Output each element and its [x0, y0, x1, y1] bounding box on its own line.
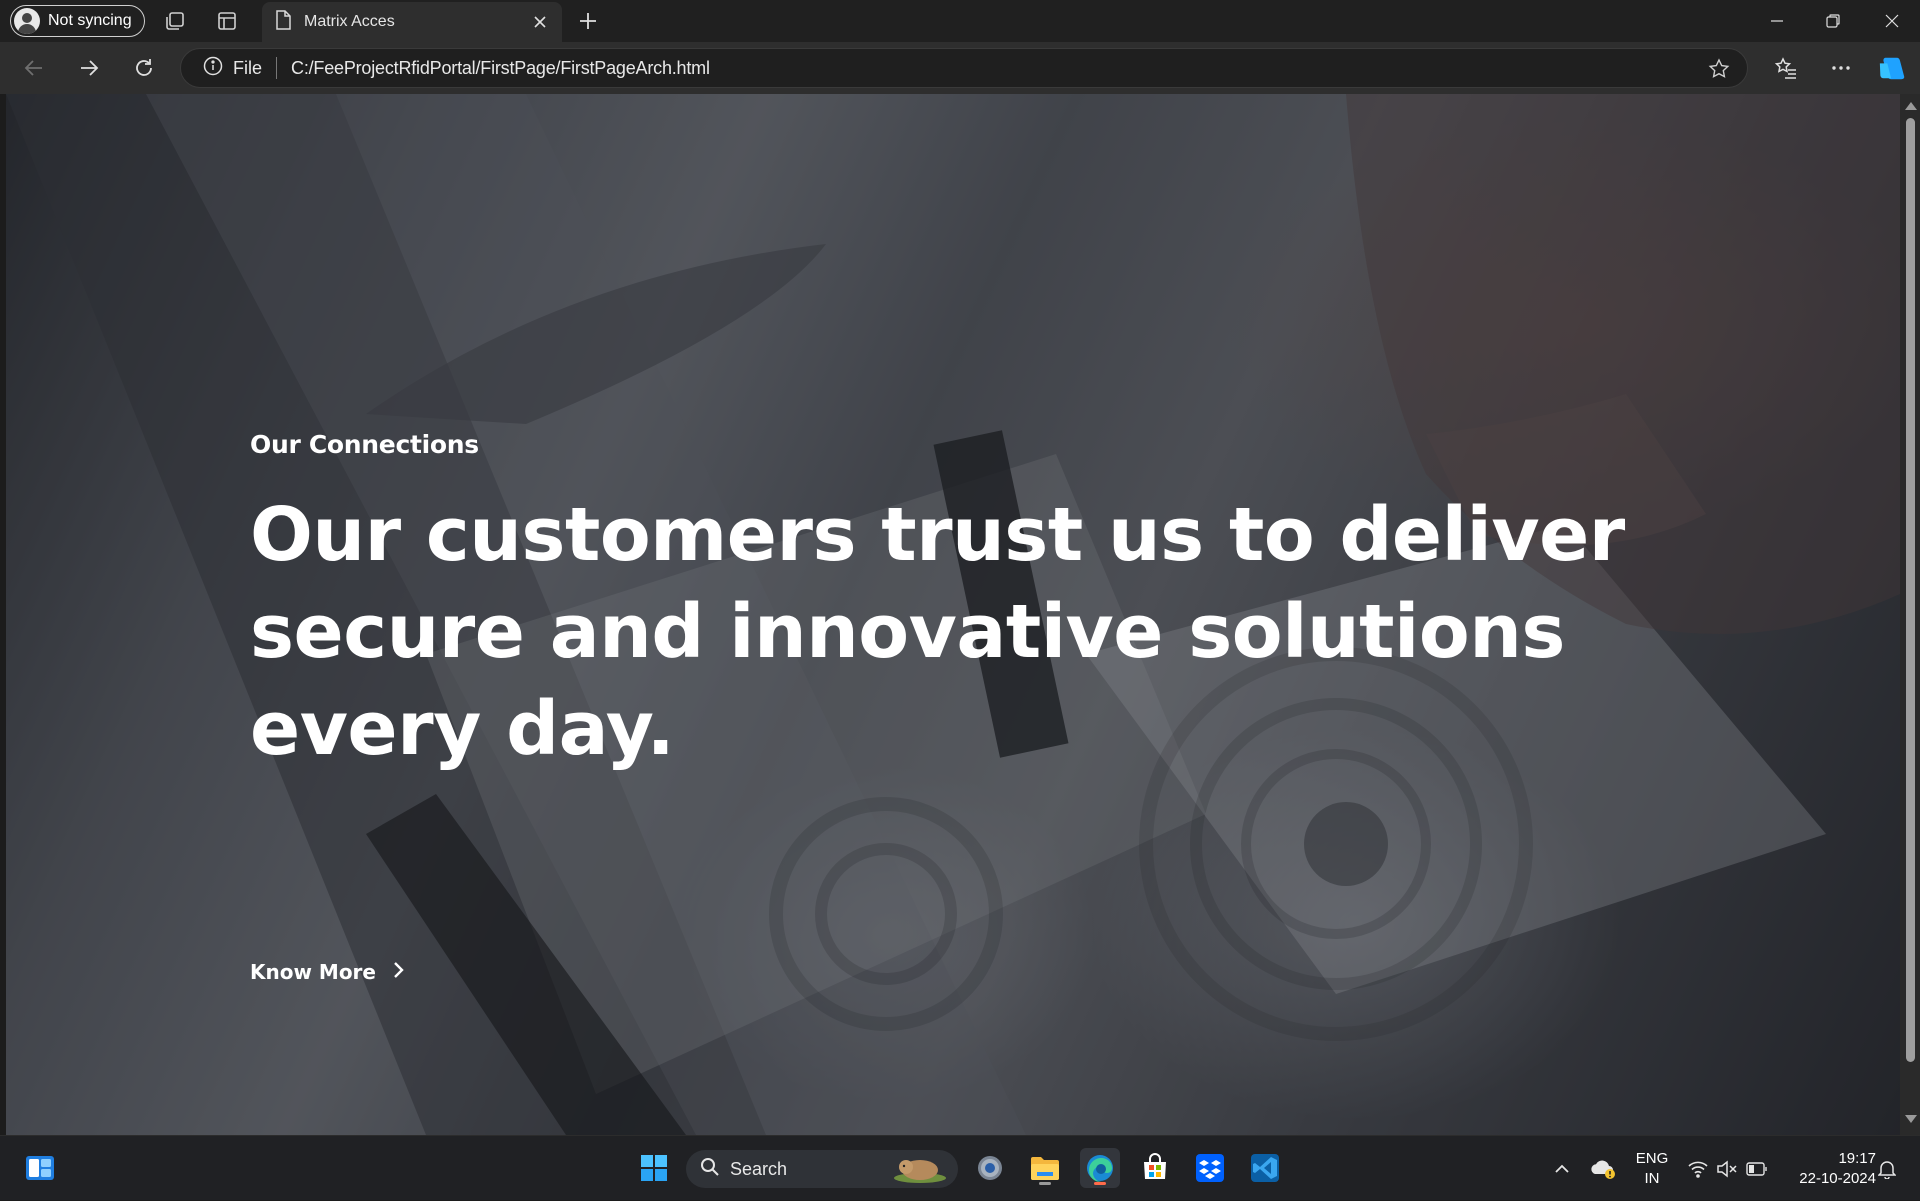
vscode-icon[interactable] — [1245, 1148, 1285, 1188]
page-viewport: Our Connections Our customers trust us t… — [6, 94, 1900, 1135]
hero-eyebrow: Our Connections — [250, 430, 479, 459]
scroll-down-arrow-icon[interactable] — [1905, 1115, 1917, 1123]
battery-icon[interactable] — [1744, 1136, 1770, 1201]
close-icon[interactable] — [530, 12, 550, 32]
language-line2: IN — [1644, 1169, 1660, 1187]
chevron-right-icon — [392, 960, 406, 984]
clock-time: 19:17 — [1838, 1149, 1876, 1167]
edge-icon[interactable] — [1080, 1148, 1120, 1188]
restore-icon[interactable] — [1805, 0, 1861, 42]
notification-bell-icon[interactable] — [1874, 1136, 1900, 1201]
search-icon — [700, 1157, 720, 1182]
onedrive-icon[interactable] — [1588, 1136, 1618, 1201]
refresh-icon[interactable] — [130, 54, 158, 82]
language-indicator[interactable]: ENG IN — [1630, 1136, 1674, 1201]
know-more-link[interactable]: Know More — [250, 960, 406, 984]
forward-arrow-icon[interactable] — [75, 54, 103, 82]
tab-title: Matrix Acces — [304, 13, 395, 30]
chevron-up-icon[interactable] — [1550, 1136, 1574, 1201]
copilot-icon[interactable] — [1878, 54, 1906, 82]
file-explorer-running-indicator — [1039, 1182, 1051, 1185]
wifi-icon[interactable] — [1686, 1136, 1710, 1201]
favorites-icon[interactable] — [1772, 54, 1800, 82]
address-url[interactable]: C:/FeeProjectRfidPortal/FirstPage/FirstP… — [291, 58, 710, 79]
clock[interactable]: 19:17 22-10-2024 — [1782, 1136, 1876, 1201]
window-close-icon[interactable] — [1864, 0, 1920, 42]
browser-title-bar: Not syncing Matrix Acces — [0, 0, 1920, 42]
page-icon — [274, 9, 292, 35]
address-bar[interactable]: File C:/FeeProjectRfidPortal/FirstPage/F… — [180, 48, 1748, 88]
scroll-up-arrow-icon[interactable] — [1905, 102, 1917, 110]
address-divider — [276, 57, 278, 79]
plus-icon[interactable] — [576, 9, 600, 33]
browser-toolbar: File C:/FeeProjectRfidPortal/FirstPage/F… — [0, 42, 1920, 94]
profile-icon — [14, 8, 40, 34]
search-highlight-icon — [890, 1154, 948, 1189]
address-scheme: File — [233, 57, 263, 78]
workspaces-icon[interactable] — [163, 9, 187, 33]
edge-active-indicator — [1094, 1182, 1106, 1185]
back-arrow-icon[interactable] — [20, 54, 48, 82]
search-label: Search — [730, 1158, 788, 1179]
speaker-muted-icon[interactable] — [1714, 1136, 1740, 1201]
scroll-thumb[interactable] — [1906, 118, 1915, 1062]
dropbox-icon[interactable] — [1190, 1148, 1230, 1188]
star-icon[interactable] — [1707, 57, 1731, 81]
profile-button[interactable]: Not syncing — [10, 5, 145, 37]
hero-title: Our customers trust us to deliver secure… — [250, 492, 1625, 772]
more-icon[interactable] — [1827, 54, 1855, 82]
tab-matrix-acces[interactable]: Matrix Acces — [262, 2, 562, 42]
language-line1: ENG — [1635, 1149, 1669, 1167]
minimize-icon[interactable] — [1749, 0, 1805, 42]
info-icon[interactable] — [203, 56, 223, 81]
settings-icon[interactable] — [970, 1148, 1010, 1188]
tab-actions-icon[interactable] — [215, 9, 239, 33]
windows-taskbar: Search ENG IN 19:17 22-10-2024 — [0, 1135, 1920, 1200]
hero-section: Our Connections Our customers trust us t… — [250, 430, 1750, 984]
clock-date: 22-10-2024 — [1799, 1169, 1876, 1187]
know-more-label: Know More — [250, 960, 376, 984]
windows-start-icon[interactable] — [634, 1148, 674, 1188]
taskbar-search[interactable]: Search — [686, 1150, 958, 1188]
store-icon[interactable] — [1135, 1148, 1175, 1188]
vertical-scrollbar[interactable] — [1900, 94, 1920, 1135]
file-explorer-icon[interactable] — [1025, 1148, 1065, 1188]
profile-label: Not syncing — [48, 12, 132, 29]
widgets-icon[interactable] — [20, 1148, 60, 1188]
